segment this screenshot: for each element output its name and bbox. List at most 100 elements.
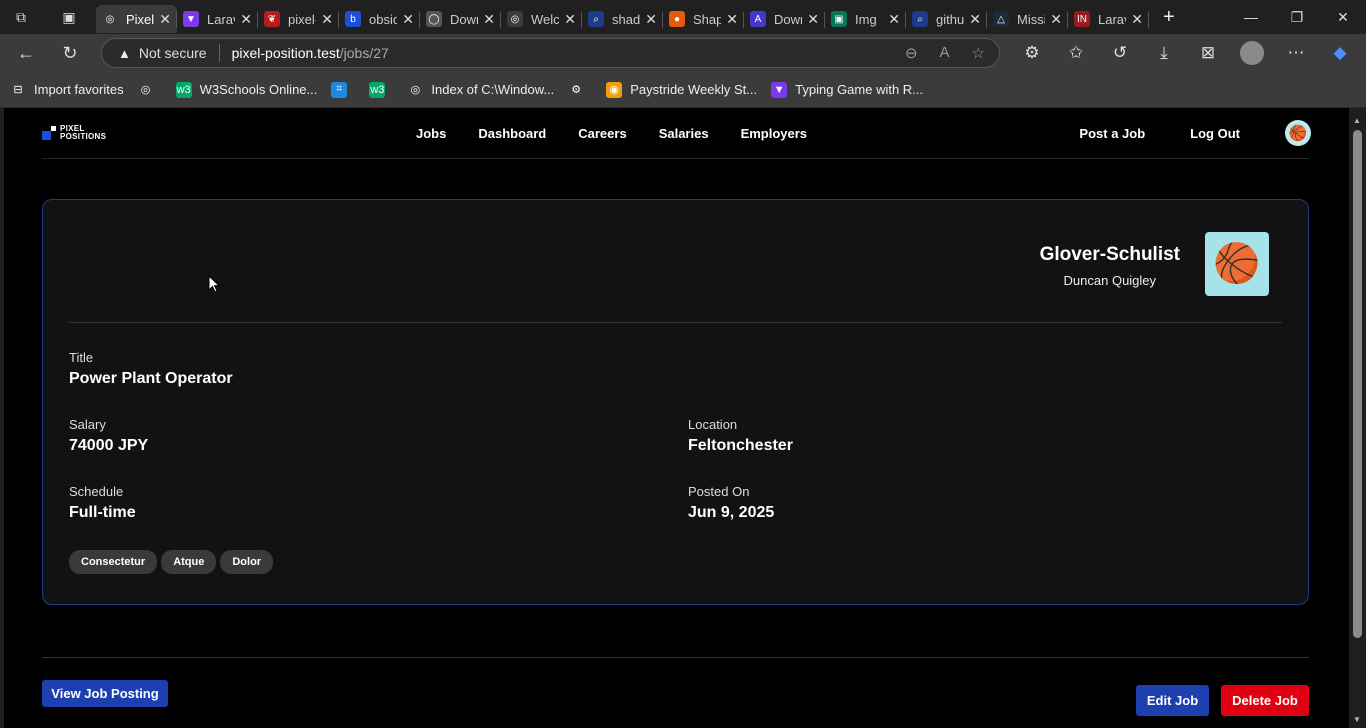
bookmark-item[interactable]: w3 W3Schools Online... — [175, 81, 317, 98]
tab-title: Missing — [1017, 11, 1045, 27]
restore-icon[interactable]: ❐ — [1274, 0, 1320, 34]
bookmark-item[interactable]: w3 — [369, 81, 393, 98]
schedule-value: Full-time — [69, 504, 136, 521]
tab-close-icon[interactable]: ✕ — [159, 11, 171, 28]
user-avatar[interactable]: 🏀 — [1285, 120, 1311, 146]
edit-job-button[interactable]: Edit Job — [1136, 685, 1209, 716]
zoom-icon[interactable]: ⊖ — [905, 44, 918, 62]
log-out-link[interactable]: Log Out — [1190, 126, 1240, 141]
close-window-icon[interactable]: ✕ — [1320, 0, 1366, 34]
read-aloud-icon[interactable]: A — [940, 44, 950, 62]
employer-info: Glover-Schulist Duncan Quigley — [1040, 244, 1180, 288]
url-path: /jobs/27 — [339, 45, 389, 61]
favorite-star-icon[interactable]: ☆ — [972, 44, 985, 62]
page-viewport: PIXEL POSITIONS Jobs Dashboard Careers Sala… — [4, 108, 1349, 728]
back-icon[interactable]: ← — [8, 35, 44, 71]
nav-link-salaries[interactable]: Salaries — [659, 126, 709, 141]
tab-close-icon[interactable]: ✕ — [969, 11, 981, 28]
bookmark-label: Typing Game with R... — [795, 82, 924, 97]
bookmark-label: Import favorites — [34, 82, 124, 97]
scroll-down-icon[interactable]: ▼ — [1353, 715, 1361, 724]
new-tab-icon[interactable]: + — [1163, 6, 1175, 29]
employer-contact: Duncan Quigley — [1063, 273, 1157, 288]
tab-close-icon[interactable]: ✕ — [1050, 11, 1062, 28]
browser-tab[interactable]: ❦ pixel-positions ✕ — [258, 5, 339, 33]
browser-tab-bar: ⧉ ▣ ◎ Pixel Positions ✕ ▼ Laravel ✕ ❦ pixel-pos… — [0, 0, 1366, 34]
tab-actions-icon[interactable]: ▣ — [42, 0, 96, 34]
browser-tab[interactable]: ▣ Img ✕ — [825, 5, 906, 33]
extensions-icon[interactable]: ⚙ — [1010, 43, 1054, 63]
bookmark-item[interactable]: ▼ Typing Game with R... — [771, 81, 924, 98]
downloads-icon[interactable]: ⤓ — [1142, 43, 1186, 63]
browser-tab[interactable]: ⌕ github ✕ — [906, 5, 987, 33]
tab-favicon-icon: ⌕ — [912, 11, 928, 27]
browser-tab[interactable]: △ Missing ✕ — [987, 5, 1068, 33]
tab-close-icon[interactable]: ✕ — [402, 11, 414, 28]
tab-close-icon[interactable]: ✕ — [483, 11, 495, 28]
tag-chip[interactable]: Atque — [161, 550, 217, 574]
browser-tab[interactable]: A Download ✕ — [744, 5, 825, 33]
bookmark-label: Paystride Weekly St... — [630, 82, 758, 97]
bookmark-item[interactable]: ◉ Paystride Weekly St... — [606, 81, 758, 98]
profile-icon[interactable] — [1230, 41, 1274, 65]
browser-tab[interactable]: ● Shape ✕ — [663, 5, 744, 33]
more-menu-icon[interactable]: ⋯ — [1274, 43, 1318, 63]
tab-close-icon[interactable]: ✕ — [564, 11, 576, 28]
bookmark-item[interactable]: ◎ Index of C:\Window... — [407, 82, 555, 98]
not-secure-label[interactable]: Not secure — [139, 45, 207, 61]
browser-tab[interactable]: ⌕ shadcn ✕ — [582, 5, 663, 33]
location-field: Location Feltonchester — [688, 417, 793, 455]
scroll-up-icon[interactable]: ▲ — [1353, 116, 1361, 125]
tab-close-icon[interactable]: ✕ — [807, 11, 819, 28]
bookmark-item[interactable]: ⊟ Import favorites — [10, 82, 124, 98]
browser-tab[interactable]: b obsidian ✕ — [339, 5, 420, 33]
workspaces-icon[interactable]: ⧉ — [0, 0, 42, 34]
favorites-icon[interactable]: ✩ — [1054, 43, 1098, 63]
tab-close-icon[interactable]: ✕ — [240, 11, 252, 28]
nav-link-employers[interactable]: Employers — [741, 126, 807, 141]
tab-close-icon[interactable]: ✕ — [321, 11, 333, 28]
title-field: Title Power Plant Operator — [69, 350, 233, 388]
nav-link-dashboard[interactable]: Dashboard — [478, 126, 546, 141]
delete-job-button[interactable]: Delete Job — [1221, 685, 1309, 716]
tab-close-icon[interactable]: ✕ — [1131, 11, 1143, 28]
scrollbar-thumb[interactable] — [1353, 130, 1362, 638]
address-bar[interactable]: ▲ Not secure pixel-position.test /jobs/2… — [101, 38, 1000, 68]
refresh-icon[interactable]: ↻ — [52, 35, 88, 71]
job-card: Glover-Schulist Duncan Quigley 🏀 Title P… — [42, 199, 1309, 605]
browser-tab[interactable]: ◯ Download ✕ — [420, 5, 501, 33]
bookmark-icon: ▼ — [771, 81, 788, 98]
site-logo[interactable]: PIXEL POSITIONS — [42, 125, 106, 141]
tag-chip[interactable]: Consectetur — [69, 550, 158, 574]
copilot-icon[interactable]: ◆ — [1318, 43, 1362, 63]
nav-link-jobs[interactable]: Jobs — [416, 126, 446, 141]
bookmark-icon: w3 — [369, 81, 386, 98]
bookmark-item[interactable]: ◎ — [138, 82, 162, 98]
tab-title: Pixel Positions — [126, 11, 154, 27]
screenshot-icon[interactable]: ⊠ — [1186, 43, 1230, 63]
browser-tab[interactable]: ◎ Pixel Positions ✕ — [96, 5, 177, 33]
posted-field: Posted On Jun 9, 2025 — [688, 484, 774, 522]
tab-close-icon[interactable]: ✕ — [888, 11, 900, 28]
post-job-link[interactable]: Post a Job — [1079, 126, 1145, 141]
minimize-icon[interactable]: — — [1228, 0, 1274, 34]
tab-title: Download — [774, 11, 802, 27]
browser-tab[interactable]: IN Laravel ✕ — [1068, 5, 1149, 33]
schedule-label: Schedule — [69, 484, 124, 499]
tab-close-icon[interactable]: ✕ — [726, 11, 738, 28]
tab-title: Laravel — [207, 11, 235, 27]
bookmark-item[interactable]: ⚙ — [568, 82, 592, 98]
tab-title: obsidian — [369, 11, 397, 27]
browser-tab[interactable]: ▼ Laravel ✕ — [177, 5, 258, 33]
location-label: Location — [688, 417, 738, 432]
view-job-posting-button[interactable]: View Job Posting — [42, 680, 168, 707]
browser-tab[interactable]: ◎ Welcome ✕ — [501, 5, 582, 33]
page-scrollbar[interactable]: ▲ ▼ — [1349, 108, 1366, 728]
tag-chip[interactable]: Dolor — [220, 550, 274, 574]
tab-close-icon[interactable]: ✕ — [645, 11, 657, 28]
tab-title: Download — [450, 11, 478, 27]
bookmark-item[interactable]: ⌗ — [331, 81, 355, 98]
tab-favicon-icon: ● — [669, 11, 685, 27]
history-icon[interactable]: ↺ — [1098, 43, 1142, 63]
nav-link-careers[interactable]: Careers — [578, 126, 626, 141]
